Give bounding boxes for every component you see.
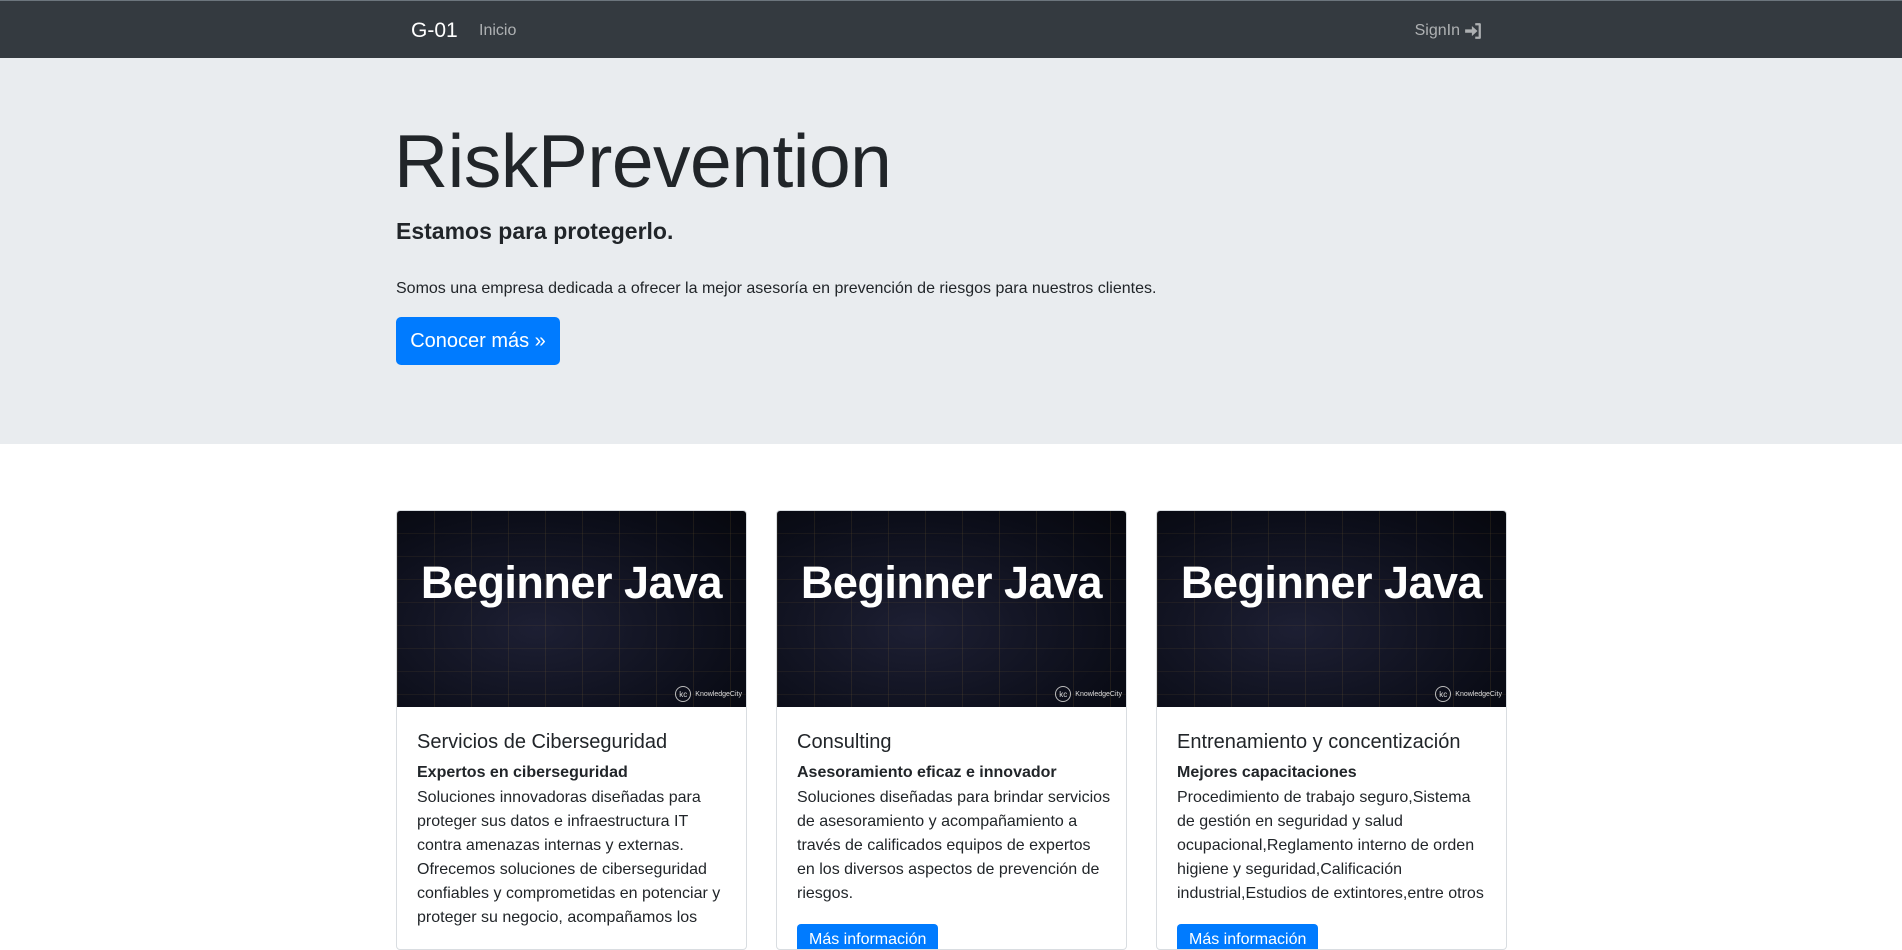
kc-logo-icon: kc xyxy=(1055,686,1072,702)
nav-link-inicio[interactable]: Inicio xyxy=(479,22,516,40)
sign-in-icon xyxy=(1465,23,1481,39)
hero-subtitle: Estamos para protegerlo. xyxy=(396,218,674,244)
card-subtitle: Expertos en ciberseguridad xyxy=(417,764,628,781)
learn-more-button[interactable]: Conocer más » xyxy=(396,317,560,365)
hero-title: RiskPrevention xyxy=(394,119,892,203)
logo-text: KnowledgeCity xyxy=(695,690,742,698)
card-text: Soluciones diseñadas para brindar servic… xyxy=(797,789,1111,902)
card-image: Beginner Java kc KnowledgeCity xyxy=(777,511,1126,707)
service-card-cybersecurity: Beginner Java kc KnowledgeCity Servicios… xyxy=(396,510,747,950)
hero-jumbotron: RiskPrevention Estamos para protegerlo. … xyxy=(0,58,1902,444)
kc-logo-icon: kc xyxy=(675,686,692,702)
card-image-text: Beginner Java xyxy=(800,557,1103,608)
card-title: Servicios de Ciberseguridad xyxy=(417,731,668,753)
knowledgecity-logo: kc KnowledgeCity xyxy=(675,686,742,702)
knowledgecity-logo: kc KnowledgeCity xyxy=(1055,686,1122,702)
card-image: Beginner Java kc KnowledgeCity xyxy=(397,511,746,707)
logo-text: KnowledgeCity xyxy=(1455,690,1502,698)
more-info-button[interactable]: Más información xyxy=(1177,924,1319,949)
kc-logo-icon: kc xyxy=(1435,686,1452,702)
card-image: Beginner Java kc KnowledgeCity xyxy=(1157,511,1506,707)
card-title: Entrenamiento y concentización xyxy=(1177,731,1461,753)
hero-description: Somos una empresa dedicada a ofrecer la … xyxy=(396,280,1157,297)
logo-text: KnowledgeCity xyxy=(1075,690,1122,698)
card-text: Soluciones innovadoras diseñadas para pr… xyxy=(417,789,721,926)
more-info-button[interactable]: Más información xyxy=(797,924,939,949)
card-subtitle: Asesoramiento eficaz e innovador xyxy=(797,764,1057,781)
signin-label: SignIn xyxy=(1414,22,1460,39)
card-subtitle: Mejores capacitaciones xyxy=(1177,764,1357,781)
card-title: Consulting xyxy=(797,731,892,753)
navbar-brand[interactable]: G-01 xyxy=(411,19,458,43)
service-card-consulting: Beginner Java kc KnowledgeCity Consultin… xyxy=(776,510,1127,950)
card-image-text: Beginner Java xyxy=(420,557,723,608)
card-text: Procedimiento de trabajo seguro,Sistema … xyxy=(1177,789,1484,902)
top-navbar: G-01 Inicio SignIn xyxy=(0,0,1902,58)
card-image-text: Beginner Java xyxy=(1180,557,1483,608)
signin-link[interactable]: SignIn xyxy=(1415,22,1482,40)
service-card-training: Beginner Java kc KnowledgeCity Entrenami… xyxy=(1156,510,1507,950)
knowledgecity-logo: kc KnowledgeCity xyxy=(1435,686,1502,702)
